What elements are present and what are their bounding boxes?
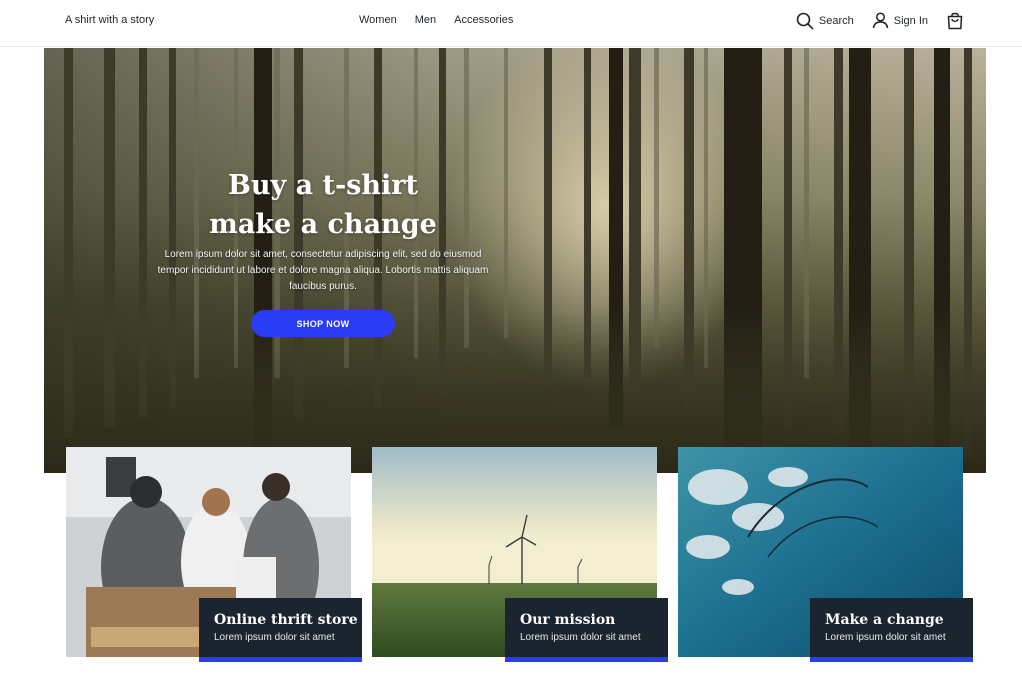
hero-description: Lorem ipsum dolor sit amet, consectetur … (157, 249, 489, 292)
nav-women[interactable]: Women (359, 14, 397, 26)
search-icon (796, 12, 814, 30)
main-nav: Women Men Accessories (359, 14, 513, 26)
sign-in-button[interactable]: Sign In (872, 12, 928, 29)
card-title: Our mission (520, 612, 616, 628)
nav-men[interactable]: Men (415, 14, 436, 26)
card-title: Online thrift store (214, 612, 358, 628)
brand-link[interactable]: A shirt with a story (65, 14, 154, 26)
search-label: Search (818, 14, 854, 27)
card-title: Make a change (825, 612, 944, 628)
card-subtitle: Lorem ipsum dolor sit amet (214, 632, 335, 643)
sign-in-label: Sign In (893, 14, 928, 27)
user-icon (872, 12, 889, 29)
site-header: A shirt with a story Women Men Accessori… (0, 0, 1022, 47)
shop-now-button[interactable]: SHOP NOW (251, 310, 395, 337)
hero-title-line1: Buy a t-shirt (228, 170, 418, 201)
search-button[interactable]: Search (796, 12, 854, 30)
nav-accessories[interactable]: Accessories (454, 14, 513, 26)
hero-banner: Buy a t-shirt make a change Lorem ipsum … (44, 48, 986, 473)
hero-copy: Buy a t-shirt make a change Lorem ipsum … (149, 166, 497, 295)
card-caption-our-mission[interactable]: Our mission Lorem ipsum dolor sit amet (505, 598, 668, 662)
card-caption-online-thrift-store[interactable]: Online thrift store Lorem ipsum dolor si… (199, 598, 362, 662)
card-caption-make-a-change[interactable]: Make a change Lorem ipsum dolor sit amet (810, 598, 973, 662)
shopping-bag-icon (946, 11, 964, 30)
card-subtitle: Lorem ipsum dolor sit amet (520, 632, 641, 643)
cart-button[interactable] (946, 11, 964, 30)
header-utilities: Search Sign In (796, 11, 964, 30)
hero-title-line2: make a change (209, 209, 437, 240)
card-subtitle: Lorem ipsum dolor sit amet (825, 632, 946, 643)
